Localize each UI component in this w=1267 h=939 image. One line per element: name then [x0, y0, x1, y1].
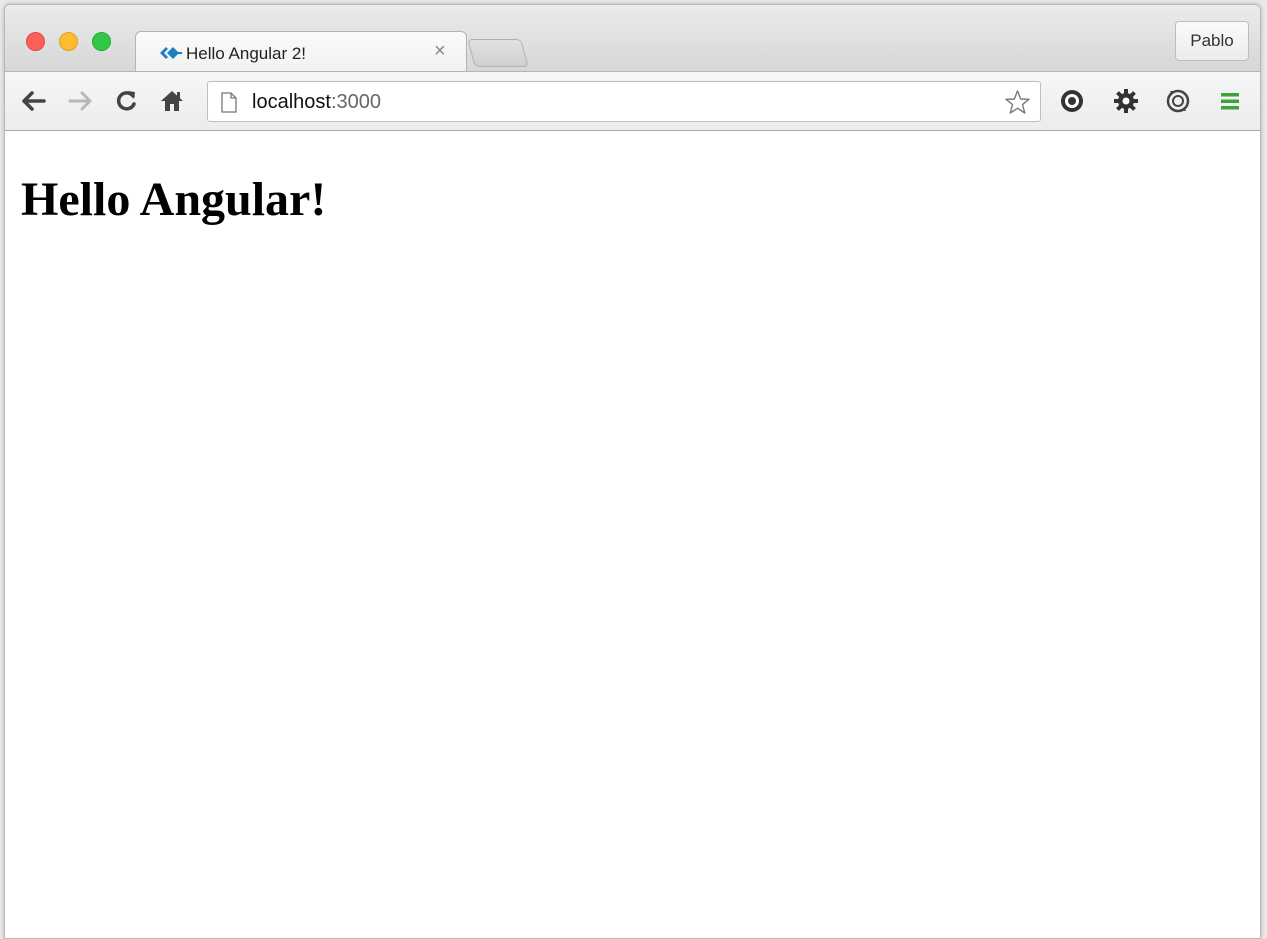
page-heading: Hello Angular!	[21, 173, 327, 226]
back-button[interactable]	[19, 86, 49, 116]
home-icon	[161, 91, 183, 111]
zoom-window-button[interactable]	[92, 32, 111, 51]
extension-button-3[interactable]	[1163, 86, 1193, 116]
url-text[interactable]: localhost:3000	[252, 91, 381, 114]
forward-arrow-icon	[68, 91, 92, 111]
minimize-window-button[interactable]	[59, 32, 78, 51]
profile-button[interactable]: Pablo	[1175, 21, 1249, 61]
close-window-button[interactable]	[26, 32, 45, 51]
url-host: localhost	[252, 91, 331, 113]
toolbar: localhost:3000	[5, 71, 1260, 131]
forward-button[interactable]	[65, 86, 95, 116]
tab-active[interactable]: Hello Angular 2! ×	[135, 31, 467, 75]
address-bar[interactable]: localhost:3000	[207, 81, 1041, 122]
close-tab-icon[interactable]: ×	[434, 40, 446, 62]
browser-window: Hello Angular 2! × Pablo localhost:3000 …	[4, 4, 1261, 939]
reload-button[interactable]	[111, 86, 141, 116]
new-tab-button[interactable]	[467, 39, 529, 67]
page-icon	[221, 92, 237, 113]
bookmark-star-icon[interactable]	[1004, 89, 1031, 116]
chrome-menu-button[interactable]	[1215, 86, 1245, 116]
back-arrow-icon	[22, 91, 46, 111]
home-button[interactable]	[157, 86, 187, 116]
extension-button-2[interactable]	[1111, 86, 1141, 116]
extension-button-1[interactable]	[1057, 86, 1087, 116]
angular-icon	[160, 47, 182, 59]
page-content: Hello Angular!	[5, 132, 1260, 938]
extension-gear-icon	[1114, 89, 1138, 113]
reload-icon	[116, 91, 136, 111]
extension-sync-icon	[1166, 89, 1190, 113]
tab-title: Hello Angular 2!	[186, 44, 307, 63]
extension-circle-icon	[1061, 90, 1083, 112]
menu-icon	[1221, 93, 1239, 110]
tab-strip: Hello Angular 2! × Pablo	[5, 5, 1260, 75]
url-port: :3000	[330, 91, 381, 113]
